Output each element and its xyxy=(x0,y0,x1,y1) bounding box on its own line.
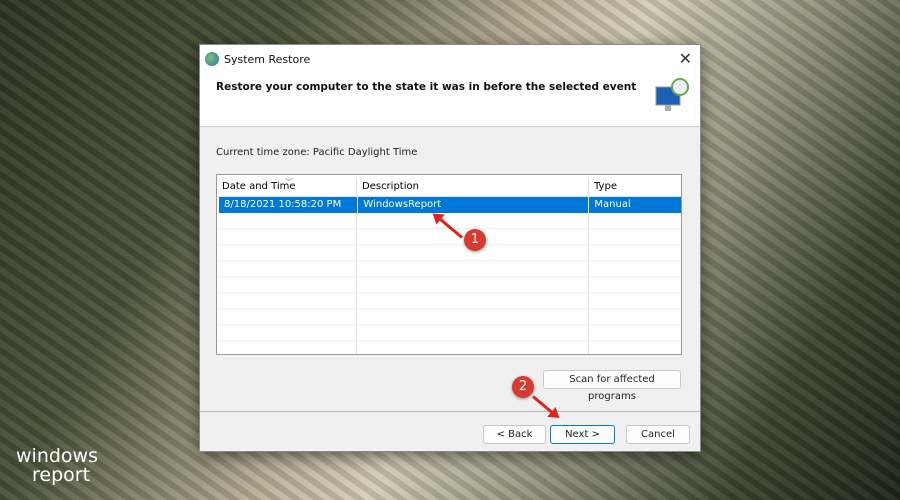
system-restore-icon xyxy=(205,52,219,66)
close-button[interactable]: ✕ xyxy=(679,49,692,68)
dialog-title: System Restore xyxy=(224,53,311,66)
windows-report-logo: windows report xyxy=(16,447,98,485)
empty-row xyxy=(217,325,681,341)
column-description[interactable]: Description xyxy=(357,179,589,196)
empty-row xyxy=(217,229,681,245)
table-row[interactable]: 8/18/2021 10:58:20 PM WindowsReport Manu… xyxy=(219,197,681,213)
dialog-header: System Restore ✕ Restore your computer t… xyxy=(200,45,700,127)
column-type[interactable]: Type xyxy=(589,179,681,196)
empty-row xyxy=(217,309,681,325)
monitor-restore-icon xyxy=(655,78,689,111)
annotation-badge-1: 1 xyxy=(464,229,486,251)
cell-description: WindowsReport xyxy=(358,197,590,213)
empty-row xyxy=(217,245,681,261)
scan-affected-programs-button[interactable]: Scan for affected programs xyxy=(543,370,681,402)
cell-type: Manual xyxy=(594,199,631,210)
timezone-label: Current time zone: Pacific Daylight Time xyxy=(216,147,418,158)
annotation-badge-2: 2 xyxy=(512,376,534,398)
dialog-heading: Restore your computer to the state it wa… xyxy=(216,81,637,93)
footer-divider xyxy=(200,411,700,412)
table-header: ﹀ Date and Time Description Type xyxy=(217,178,681,197)
empty-row xyxy=(217,341,681,354)
next-button[interactable]: Next > xyxy=(550,425,615,444)
restore-points-table: ﹀ Date and Time Description Type 8/18/202… xyxy=(216,174,682,355)
system-restore-dialog: System Restore ✕ Restore your computer t… xyxy=(199,44,701,452)
sort-chevron-icon: ﹀ xyxy=(285,178,293,187)
cancel-button[interactable]: Cancel xyxy=(626,425,690,444)
empty-row xyxy=(217,277,681,293)
empty-row xyxy=(217,293,681,309)
empty-row xyxy=(217,261,681,277)
column-date-and-time[interactable]: ﹀ Date and Time xyxy=(217,178,357,196)
cell-date: 8/18/2021 10:58:20 PM xyxy=(219,197,359,213)
logo-line-2: report xyxy=(32,464,91,486)
back-button[interactable]: < Back xyxy=(483,425,546,444)
